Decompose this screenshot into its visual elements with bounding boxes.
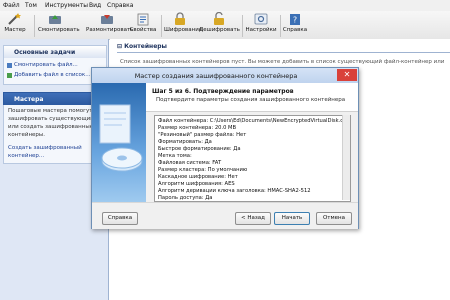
toolbar: Мастер Смонтировать Размонтировать Свойс…: [0, 11, 450, 40]
create-container-dialog: Мастер создания зашифрованного контейнер…: [91, 67, 359, 229]
encrypt-lock-icon: [175, 12, 185, 25]
menu-tools[interactable]: Инструменты: [45, 2, 88, 9]
settings-gear-icon: [254, 13, 268, 25]
wizard-wand-icon: [8, 13, 21, 25]
tasks-section-title: Основные задачи: [14, 49, 76, 56]
toolbar-separator: [242, 15, 243, 37]
wizards-section-title: Мастера: [14, 96, 44, 103]
settings-label: Настройки: [245, 27, 277, 33]
summary-line: Файл контейнера: C:\Users\Ed\Documents\N…: [158, 118, 349, 124]
decrypt-unlock-icon: [214, 12, 224, 25]
mount-label: Смонтировать: [38, 27, 80, 33]
back-button[interactable]: < Назад: [235, 212, 271, 225]
containers-divider: [117, 52, 450, 53]
summary-line: Каскадное шифрование: Нет: [158, 174, 238, 180]
toolbar-separator: [161, 15, 162, 37]
dialog-title: Мастер создания зашифрованного контейнер…: [134, 72, 298, 80]
properties-label: Свойства: [129, 27, 157, 33]
step-title: Шаг 5 из 6. Подтверждение параметров: [152, 88, 294, 95]
close-icon[interactable]: ✕: [337, 69, 357, 81]
create-container-link-cont[interactable]: контейнер...: [8, 153, 44, 159]
encrypt-button[interactable]: Шифрование: [164, 12, 202, 38]
mount-file-link[interactable]: Смонтировать файл...: [14, 62, 78, 68]
containers-empty-text: Список зашифрованных контейнеров пуст. В…: [120, 59, 445, 65]
dialog-titlebar[interactable]: Мастер создания зашифрованного контейнер…: [92, 68, 358, 83]
summary-scrollbar[interactable]: [342, 115, 350, 200]
decrypt-button[interactable]: Дешифровать: [199, 12, 240, 38]
menu-view[interactable]: Вид: [89, 2, 101, 9]
summary-line: "Резиновый" размер файла: Нет: [158, 132, 247, 138]
encrypt-label: Шифрование: [164, 27, 203, 33]
mount-file-icon: [7, 63, 12, 68]
containers-title-text: Контейнеры: [124, 43, 167, 50]
unmount-label: Размонтировать: [86, 27, 134, 33]
wizards-desc-line: или создать зашифрованные: [8, 124, 94, 130]
menu-help[interactable]: Справка: [107, 2, 133, 9]
containers-title: ⊟ Контейнеры: [117, 43, 167, 50]
add-file-link[interactable]: Добавить файл в список...: [14, 72, 90, 78]
cancel-button[interactable]: Отмена: [316, 212, 352, 225]
menu-volume[interactable]: Том: [25, 2, 37, 9]
tasks-section-header[interactable]: Основные задачи: [3, 45, 107, 59]
wizards-desc-line: зашифровать существующий: [8, 116, 94, 122]
decrypt-label: Дешифровать: [199, 27, 240, 33]
summary-line: Метка тома:: [158, 153, 192, 159]
help-book-icon: ?: [290, 14, 300, 25]
start-button[interactable]: Начать: [274, 212, 310, 225]
unmount-disk-icon: [101, 15, 113, 24]
properties-button[interactable]: Свойства: [129, 12, 157, 38]
summary-line: Алгоритм деривации ключа заголовка: HMAC…: [158, 188, 311, 194]
wizards-desc-line: Пошаговые мастера помогут: [8, 108, 93, 114]
toolbar-separator: [34, 15, 35, 37]
svg-text:?: ?: [293, 16, 297, 25]
menu-bar: Файл Том Инструменты Вид Справка: [0, 0, 450, 11]
wizard-banner-image: [92, 83, 146, 202]
disk-document-icon: [99, 104, 143, 172]
help-button[interactable]: ? Справка: [282, 12, 308, 38]
summary-line: Быстрое форматирование: Да: [158, 146, 241, 152]
mount-button[interactable]: Смонтировать: [38, 12, 80, 38]
settings-button[interactable]: Настройки: [245, 12, 277, 38]
properties-icon: [137, 13, 149, 26]
toolbar-separator: [280, 15, 281, 37]
help-label: Справка: [282, 27, 308, 33]
create-container-link[interactable]: Создать зашифрованный: [8, 145, 82, 151]
unmount-button[interactable]: Размонтировать: [86, 12, 133, 38]
master-label: Мастер: [4, 27, 26, 33]
summary-listbox[interactable]: Файл контейнера: C:\Users\Ed\Documents\N…: [154, 115, 351, 202]
wizards-desc-line: контейнеры.: [8, 132, 46, 138]
summary-line: Размер контейнера: 20.0 MB: [158, 125, 237, 131]
master-button[interactable]: Мастер: [2, 12, 28, 38]
menu-file[interactable]: Файл: [3, 2, 20, 9]
add-file-icon: [7, 73, 12, 78]
summary-line: Пароль доступа: Да: [158, 195, 213, 201]
help-dialog-button[interactable]: Справка: [102, 212, 138, 225]
mount-disk-icon: [49, 15, 61, 24]
summary-line: Файловая система: FAT: [158, 160, 222, 166]
summary-line: Размер кластера: По умолчанию: [158, 167, 248, 173]
summary-line: Форматировать: Да: [158, 139, 212, 145]
summary-line: Алгоритм шифрования: AES: [158, 181, 235, 187]
step-subtitle: Подтвердите параметры создания зашифрова…: [156, 97, 346, 103]
